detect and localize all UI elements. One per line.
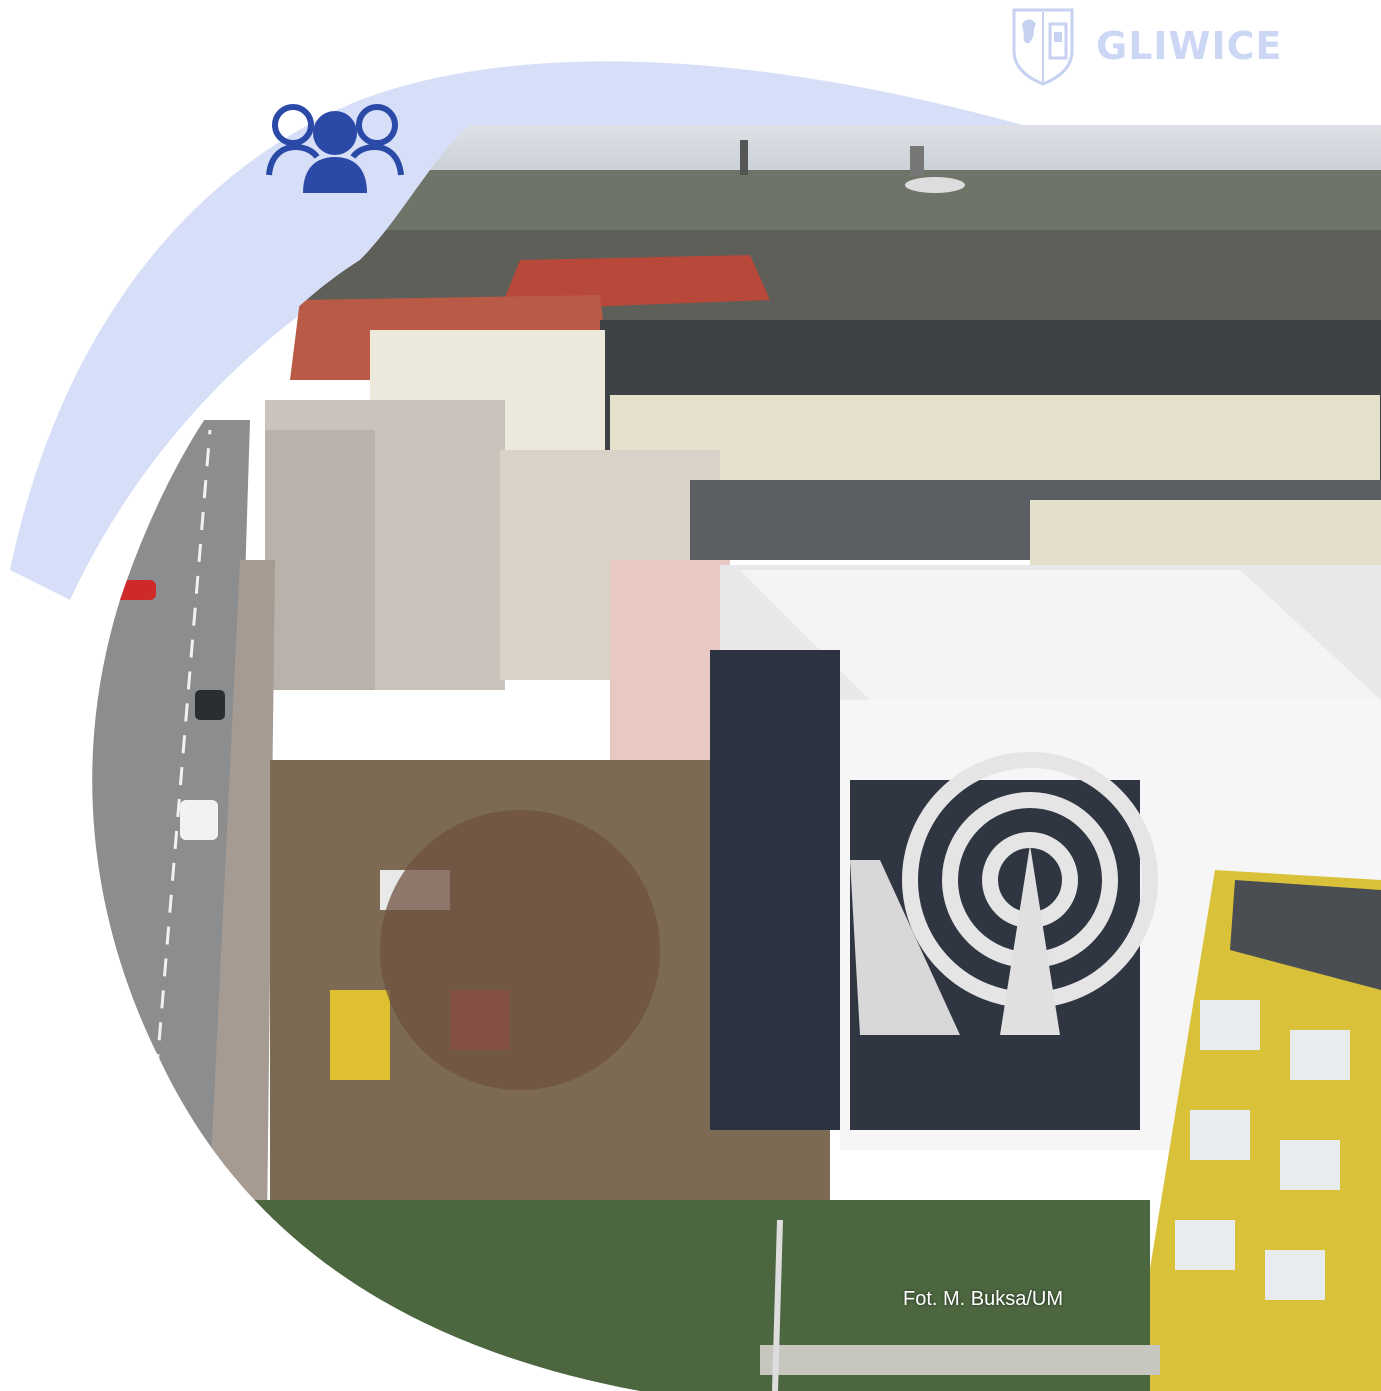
brand-name: GLIWICE — [1096, 24, 1283, 68]
photo-credit: Fot. M. Buksa/UM — [903, 1288, 1064, 1310]
group-people-icon — [266, 104, 404, 193]
city-coat-of-arms-icon — [1012, 8, 1074, 86]
icon-badge — [228, 58, 442, 244]
aerial-photo-scene — [10, 61, 1381, 1391]
city-logo[interactable]: GLIWICE — [1010, 6, 1282, 86]
